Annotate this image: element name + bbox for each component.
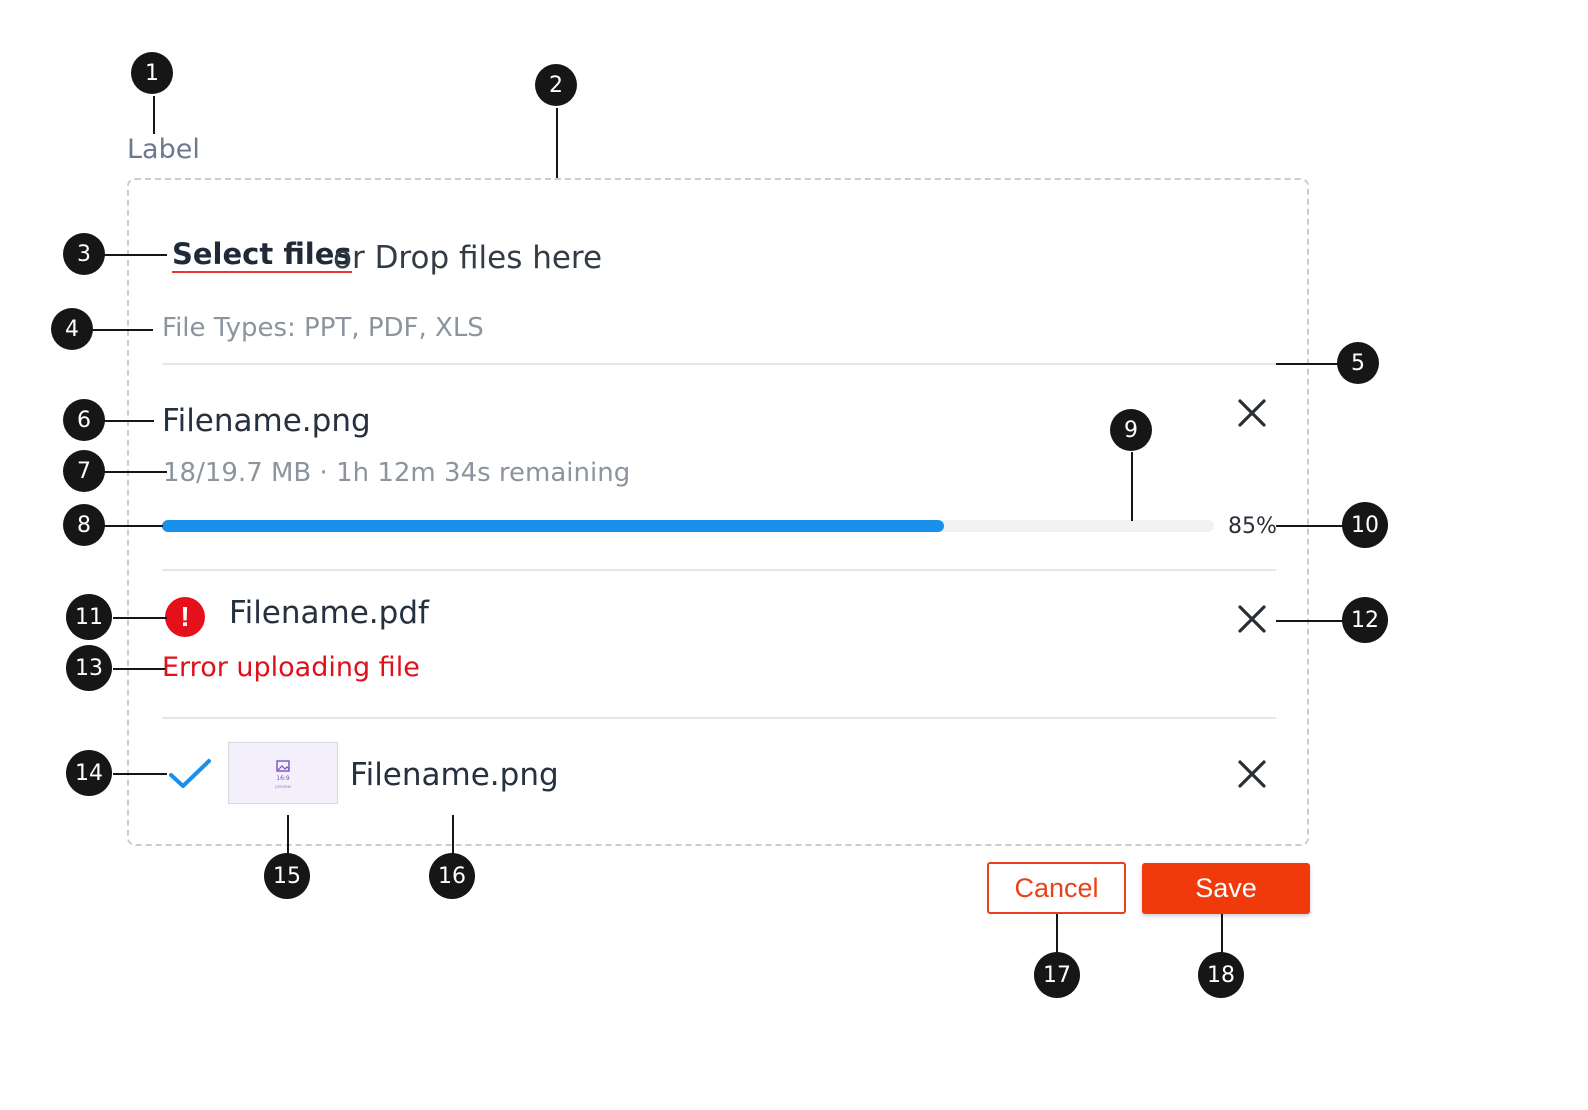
- callout-7: 7: [63, 450, 105, 492]
- progress-track: [162, 520, 1214, 532]
- callout-2: 2: [535, 64, 577, 106]
- file-name: Filename.png: [350, 757, 559, 793]
- callout-line: [113, 668, 165, 670]
- callout-10: 10: [1342, 502, 1388, 548]
- select-files-link[interactable]: Select files: [172, 238, 352, 273]
- callout-13: 13: [66, 645, 112, 691]
- drop-files-text: or Drop files here: [333, 240, 603, 276]
- callout-4: 4: [51, 308, 93, 350]
- callout-line: [101, 471, 167, 473]
- save-button[interactable]: Save: [1142, 863, 1310, 914]
- remove-file-button[interactable]: [1234, 756, 1270, 792]
- file-name: Filename.pdf: [229, 595, 429, 631]
- callout-line: [101, 420, 154, 422]
- callout-9: 9: [1110, 409, 1152, 451]
- callout-line: [1221, 914, 1223, 954]
- file-name: Filename.png: [162, 403, 371, 439]
- remove-file-button[interactable]: [1234, 395, 1270, 431]
- divider: [162, 363, 1276, 365]
- callout-line: [89, 329, 153, 331]
- callout-8: 8: [63, 504, 105, 546]
- file-thumbnail: 16:9 preview: [228, 742, 338, 804]
- check-icon: [169, 759, 211, 788]
- callout-line: [153, 96, 155, 134]
- callout-line: [1276, 363, 1344, 365]
- close-icon: [1238, 760, 1266, 788]
- callout-18: 18: [1198, 952, 1244, 998]
- callout-line: [101, 254, 167, 256]
- file-types-hint: File Types: PPT, PDF, XLS: [162, 313, 484, 343]
- file-progress-meta: 18/19.7 MB · 1h 12m 34s remaining: [163, 458, 631, 488]
- callout-1: 1: [131, 52, 173, 94]
- callout-line: [556, 108, 558, 178]
- field-label: Label: [127, 134, 200, 165]
- image-icon: [276, 760, 290, 772]
- callout-line: [101, 525, 163, 527]
- callout-line: [113, 773, 167, 775]
- callout-14: 14: [66, 750, 112, 796]
- callout-line: [287, 815, 289, 855]
- callout-5: 5: [1337, 342, 1379, 384]
- close-icon: [1238, 399, 1266, 427]
- callout-17: 17: [1034, 952, 1080, 998]
- divider: [162, 717, 1276, 719]
- callout-line: [1131, 452, 1133, 521]
- remove-file-button[interactable]: [1234, 601, 1270, 637]
- callout-11: 11: [66, 594, 112, 640]
- thumbnail-caption: preview: [275, 784, 291, 789]
- callout-6: 6: [63, 399, 105, 441]
- callout-15: 15: [264, 853, 310, 899]
- callout-16: 16: [429, 853, 475, 899]
- error-message: Error uploading file: [162, 652, 420, 683]
- callout-line: [1056, 914, 1058, 954]
- thumbnail-ratio: 16:9: [276, 775, 290, 782]
- callout-line: [1276, 620, 1344, 622]
- error-icon: !: [165, 597, 205, 637]
- progress-percent: 85%: [1228, 514, 1277, 539]
- callout-line: [1276, 525, 1344, 527]
- callout-12: 12: [1342, 597, 1388, 643]
- callout-3: 3: [63, 233, 105, 275]
- divider: [162, 569, 1276, 571]
- progress-fill: [162, 520, 945, 532]
- callout-line: [452, 815, 454, 855]
- cancel-button[interactable]: Cancel: [987, 862, 1126, 914]
- close-icon: [1238, 605, 1266, 633]
- callout-line: [113, 617, 167, 619]
